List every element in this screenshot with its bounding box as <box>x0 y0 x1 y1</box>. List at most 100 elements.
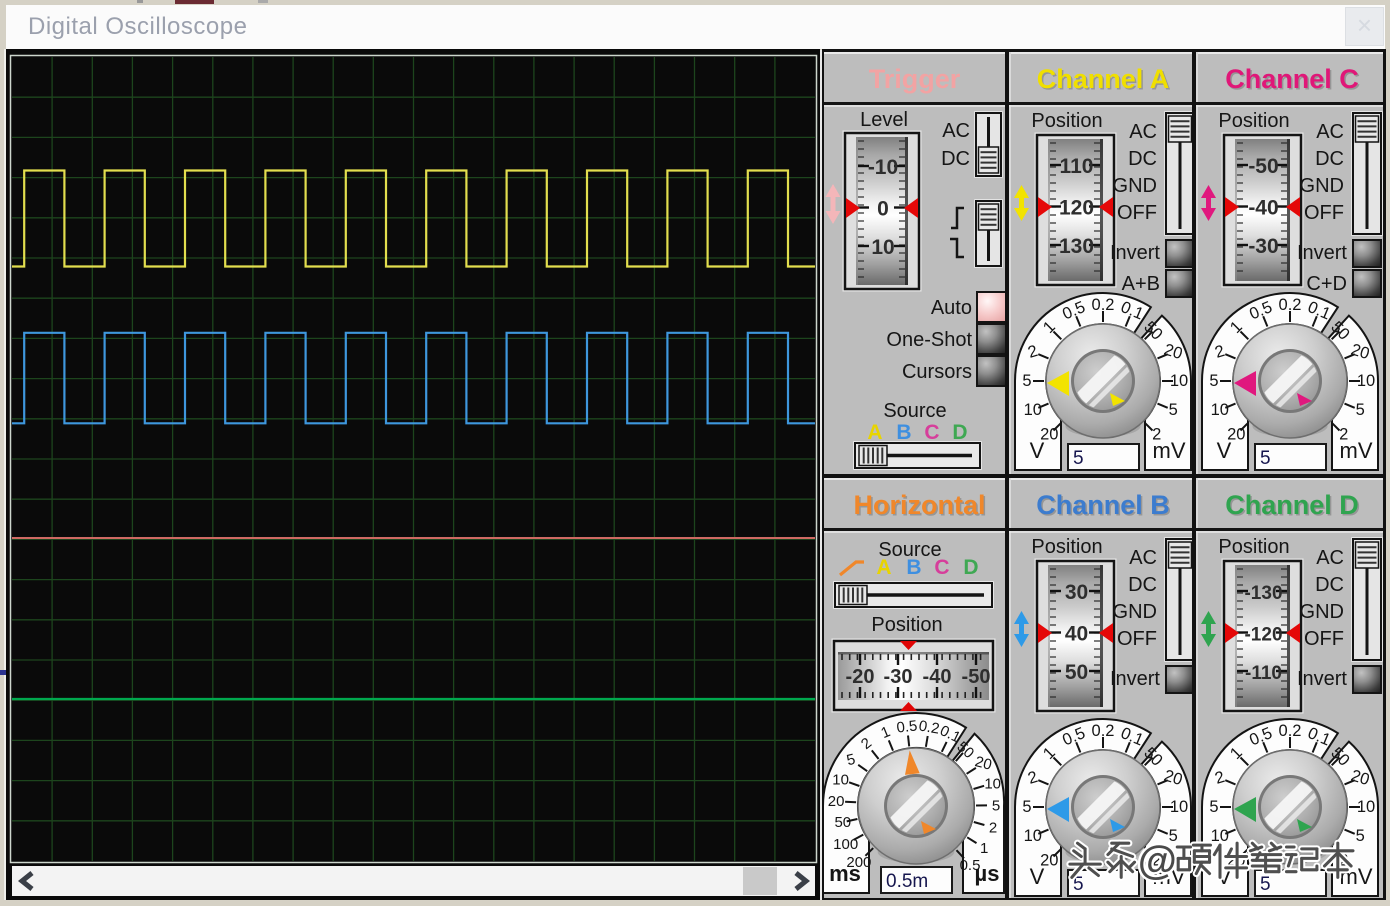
svg-text:C+D: C+D <box>1306 273 1347 295</box>
svg-text:0.2: 0.2 <box>1092 722 1115 740</box>
svg-text:GND: GND <box>1113 175 1157 197</box>
svg-text:Invert: Invert <box>1297 242 1347 264</box>
svg-text:-30: -30 <box>1248 235 1278 258</box>
svg-text:10: 10 <box>1024 827 1042 845</box>
svg-text:AC: AC <box>1316 121 1344 143</box>
svg-text:0.2: 0.2 <box>1279 722 1302 740</box>
svg-text:Invert: Invert <box>1297 668 1347 690</box>
svg-text:AC: AC <box>1129 547 1157 569</box>
svg-text:DC: DC <box>941 148 970 170</box>
svg-text:50: 50 <box>834 814 851 831</box>
svg-text:B: B <box>906 556 921 579</box>
svg-text:5: 5 <box>1356 401 1365 419</box>
svg-text:OFF: OFF <box>1304 202 1344 224</box>
svg-text:2: 2 <box>989 819 997 836</box>
svg-text:V: V <box>1030 438 1045 463</box>
svg-text:Channel D: Channel D <box>1225 490 1359 520</box>
svg-text:-120: -120 <box>1244 625 1282 646</box>
svg-text:OFF: OFF <box>1117 202 1157 224</box>
svg-text:120: 120 <box>1059 197 1094 220</box>
svg-text:AC: AC <box>1316 547 1344 569</box>
svg-text:20: 20 <box>828 793 845 810</box>
svg-text:Cursors: Cursors <box>902 361 972 383</box>
svg-text:One-Shot: One-Shot <box>886 329 972 351</box>
svg-text:50: 50 <box>1065 661 1088 684</box>
svg-text:5: 5 <box>992 797 1000 814</box>
svg-text:D: D <box>952 421 967 444</box>
svg-text:Position: Position <box>1031 536 1102 558</box>
svg-text:@: @ <box>1138 839 1177 883</box>
svg-text:A: A <box>867 421 882 444</box>
svg-text:-30: -30 <box>884 666 913 688</box>
svg-text:10: 10 <box>871 236 894 259</box>
svg-text:GND: GND <box>1113 601 1157 623</box>
svg-text:A: A <box>876 556 891 579</box>
svg-text:5: 5 <box>1073 448 1084 469</box>
svg-text:Channel B: Channel B <box>1036 490 1170 520</box>
svg-text:10: 10 <box>1357 372 1375 390</box>
svg-text:100: 100 <box>833 836 858 853</box>
svg-text:A+B: A+B <box>1122 273 1160 295</box>
svg-text:Source: Source <box>883 400 946 422</box>
svg-text:0.2: 0.2 <box>1092 296 1115 314</box>
svg-text:Level: Level <box>860 109 908 131</box>
svg-text:Position: Position <box>1218 110 1289 132</box>
svg-text:5: 5 <box>1260 448 1271 469</box>
svg-text:10: 10 <box>1211 401 1229 419</box>
svg-text:V: V <box>1217 438 1232 463</box>
svg-text:Position: Position <box>1218 536 1289 558</box>
svg-text:OFF: OFF <box>1117 628 1157 650</box>
svg-text:30: 30 <box>1065 581 1088 604</box>
svg-text:0.5m: 0.5m <box>886 871 928 892</box>
svg-text:5: 5 <box>1022 798 1031 816</box>
svg-text:C: C <box>934 556 949 579</box>
svg-text:C: C <box>924 421 939 444</box>
svg-text:5: 5 <box>1169 401 1178 419</box>
svg-text:-40: -40 <box>923 666 952 688</box>
svg-text:Channel C: Channel C <box>1225 64 1359 94</box>
svg-text:OFF: OFF <box>1304 628 1344 650</box>
svg-text:-40: -40 <box>1248 197 1278 220</box>
svg-text:-130: -130 <box>1244 583 1282 604</box>
svg-text:40: 40 <box>1065 623 1088 646</box>
svg-text:5: 5 <box>1209 372 1218 390</box>
svg-text:10: 10 <box>1170 798 1188 816</box>
svg-text:-50: -50 <box>1248 155 1278 178</box>
svg-text:10: 10 <box>832 771 849 788</box>
svg-text:GND: GND <box>1300 601 1344 623</box>
svg-text:10: 10 <box>1357 798 1375 816</box>
svg-text:B: B <box>896 421 911 444</box>
svg-text:Invert: Invert <box>1110 242 1160 264</box>
svg-text:DC: DC <box>1315 148 1344 170</box>
svg-text:-10: -10 <box>868 156 898 179</box>
svg-text:-20: -20 <box>846 666 875 688</box>
svg-text:AC: AC <box>1129 121 1157 143</box>
svg-text:DC: DC <box>1128 148 1157 170</box>
svg-text:Auto: Auto <box>931 297 972 319</box>
svg-text:0: 0 <box>877 198 889 221</box>
svg-text:V: V <box>1030 864 1045 889</box>
svg-text:Position: Position <box>871 614 942 636</box>
svg-text:DC: DC <box>1315 574 1344 596</box>
svg-text:-110: -110 <box>1245 663 1282 684</box>
svg-text:10: 10 <box>1024 401 1042 419</box>
svg-text:mV: mV <box>1340 438 1373 463</box>
svg-text:0.5: 0.5 <box>896 717 919 736</box>
svg-text:-50: -50 <box>962 666 991 688</box>
svg-text:Position: Position <box>1031 110 1102 132</box>
svg-text:µs: µs <box>975 861 1000 886</box>
svg-text:0.2: 0.2 <box>1279 296 1302 314</box>
svg-text:Trigger: Trigger <box>869 64 961 94</box>
svg-text:Channel A: Channel A <box>1037 64 1170 94</box>
svg-text:AC: AC <box>942 120 970 142</box>
svg-text:DC: DC <box>1128 574 1157 596</box>
svg-text:mV: mV <box>1153 438 1186 463</box>
svg-text:D: D <box>963 556 978 579</box>
svg-text:5: 5 <box>1209 798 1218 816</box>
svg-text:10: 10 <box>984 775 1001 792</box>
svg-text:Invert: Invert <box>1110 668 1160 690</box>
svg-text:130: 130 <box>1059 235 1094 258</box>
svg-text:1: 1 <box>980 840 988 857</box>
svg-text:0.2: 0.2 <box>917 717 940 737</box>
svg-text:110: 110 <box>1060 155 1094 178</box>
